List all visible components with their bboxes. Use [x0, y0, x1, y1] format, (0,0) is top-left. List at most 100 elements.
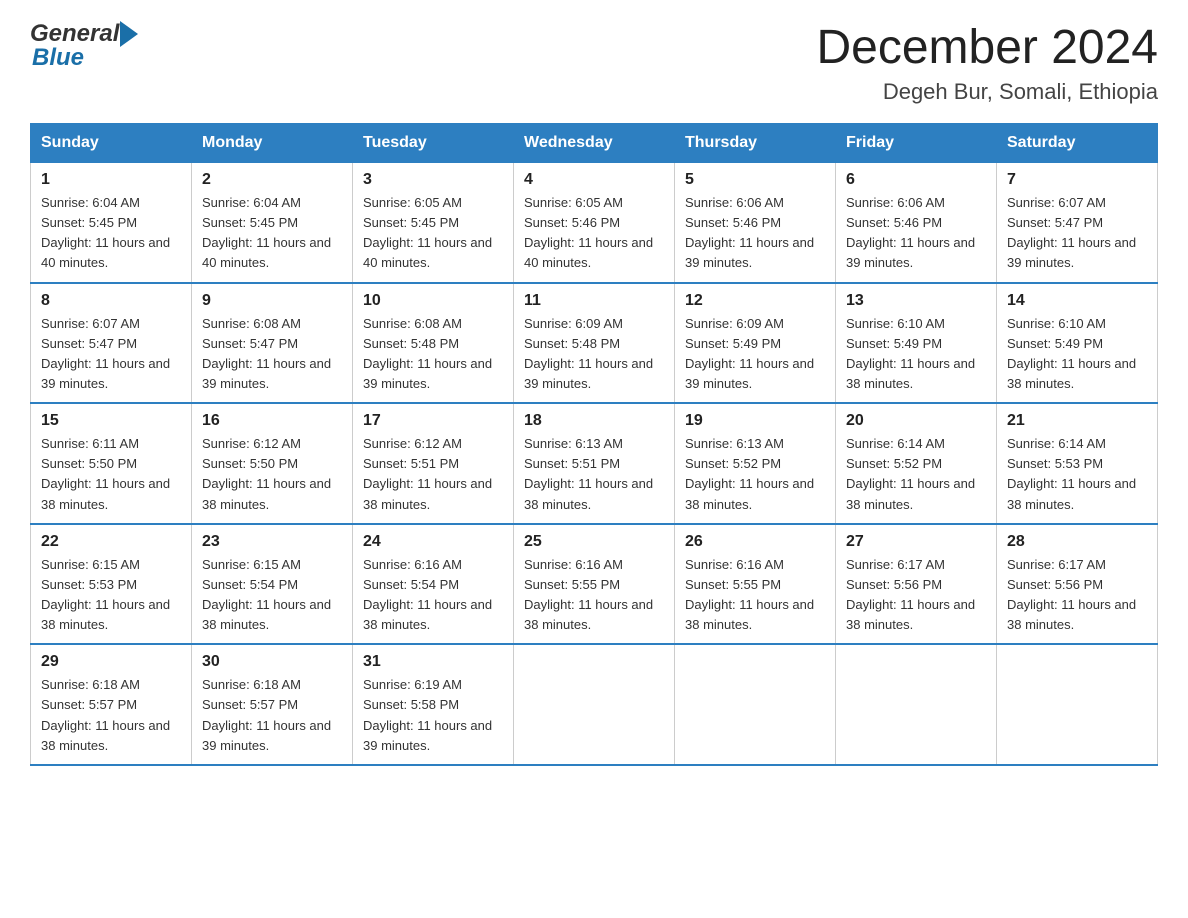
table-row: 26 Sunrise: 6:16 AMSunset: 5:55 PMDaylig… — [675, 524, 836, 645]
day-info: Sunrise: 6:07 AMSunset: 5:47 PMDaylight:… — [41, 316, 170, 391]
table-row: 4 Sunrise: 6:05 AMSunset: 5:46 PMDayligh… — [514, 163, 675, 283]
calendar-week-row: 1 Sunrise: 6:04 AMSunset: 5:45 PMDayligh… — [31, 163, 1158, 283]
day-number: 11 — [524, 292, 664, 310]
day-info: Sunrise: 6:16 AMSunset: 5:55 PMDaylight:… — [685, 557, 814, 632]
day-info: Sunrise: 6:17 AMSunset: 5:56 PMDaylight:… — [846, 557, 975, 632]
calendar-header-row: Sunday Monday Tuesday Wednesday Thursday… — [31, 124, 1158, 163]
day-number: 17 — [363, 412, 503, 430]
col-saturday: Saturday — [997, 124, 1158, 163]
logo: General Blue — [30, 20, 138, 72]
day-info: Sunrise: 6:12 AMSunset: 5:50 PMDaylight:… — [202, 436, 331, 511]
day-info: Sunrise: 6:13 AMSunset: 5:52 PMDaylight:… — [685, 436, 814, 511]
col-wednesday: Wednesday — [514, 124, 675, 163]
page-header: General Blue December 2024 Degeh Bur, So… — [30, 20, 1158, 105]
day-number: 19 — [685, 412, 825, 430]
day-number: 6 — [846, 171, 986, 189]
day-number: 18 — [524, 412, 664, 430]
day-number: 29 — [41, 653, 181, 671]
calendar-week-row: 15 Sunrise: 6:11 AMSunset: 5:50 PMDaylig… — [31, 403, 1158, 524]
table-row: 29 Sunrise: 6:18 AMSunset: 5:57 PMDaylig… — [31, 644, 192, 765]
table-row: 17 Sunrise: 6:12 AMSunset: 5:51 PMDaylig… — [353, 403, 514, 524]
table-row: 24 Sunrise: 6:16 AMSunset: 5:54 PMDaylig… — [353, 524, 514, 645]
day-info: Sunrise: 6:04 AMSunset: 5:45 PMDaylight:… — [202, 195, 331, 270]
day-number: 7 — [1007, 171, 1147, 189]
col-monday: Monday — [192, 124, 353, 163]
day-number: 13 — [846, 292, 986, 310]
table-row — [997, 644, 1158, 765]
table-row: 11 Sunrise: 6:09 AMSunset: 5:48 PMDaylig… — [514, 283, 675, 404]
table-row — [675, 644, 836, 765]
day-number: 1 — [41, 171, 181, 189]
table-row: 10 Sunrise: 6:08 AMSunset: 5:48 PMDaylig… — [353, 283, 514, 404]
day-number: 5 — [685, 171, 825, 189]
day-info: Sunrise: 6:08 AMSunset: 5:48 PMDaylight:… — [363, 316, 492, 391]
day-number: 26 — [685, 533, 825, 551]
day-info: Sunrise: 6:18 AMSunset: 5:57 PMDaylight:… — [202, 677, 331, 752]
day-info: Sunrise: 6:06 AMSunset: 5:46 PMDaylight:… — [846, 195, 975, 270]
col-friday: Friday — [836, 124, 997, 163]
table-row: 18 Sunrise: 6:13 AMSunset: 5:51 PMDaylig… — [514, 403, 675, 524]
day-info: Sunrise: 6:10 AMSunset: 5:49 PMDaylight:… — [1007, 316, 1136, 391]
table-row: 20 Sunrise: 6:14 AMSunset: 5:52 PMDaylig… — [836, 403, 997, 524]
table-row: 31 Sunrise: 6:19 AMSunset: 5:58 PMDaylig… — [353, 644, 514, 765]
day-info: Sunrise: 6:19 AMSunset: 5:58 PMDaylight:… — [363, 677, 492, 752]
day-number: 10 — [363, 292, 503, 310]
table-row: 1 Sunrise: 6:04 AMSunset: 5:45 PMDayligh… — [31, 163, 192, 283]
day-info: Sunrise: 6:13 AMSunset: 5:51 PMDaylight:… — [524, 436, 653, 511]
calendar-week-row: 8 Sunrise: 6:07 AMSunset: 5:47 PMDayligh… — [31, 283, 1158, 404]
day-number: 28 — [1007, 533, 1147, 551]
table-row: 15 Sunrise: 6:11 AMSunset: 5:50 PMDaylig… — [31, 403, 192, 524]
day-info: Sunrise: 6:08 AMSunset: 5:47 PMDaylight:… — [202, 316, 331, 391]
day-info: Sunrise: 6:09 AMSunset: 5:49 PMDaylight:… — [685, 316, 814, 391]
table-row: 2 Sunrise: 6:04 AMSunset: 5:45 PMDayligh… — [192, 163, 353, 283]
day-info: Sunrise: 6:07 AMSunset: 5:47 PMDaylight:… — [1007, 195, 1136, 270]
day-number: 31 — [363, 653, 503, 671]
day-info: Sunrise: 6:05 AMSunset: 5:46 PMDaylight:… — [524, 195, 653, 270]
day-number: 30 — [202, 653, 342, 671]
calendar-subtitle: Degeh Bur, Somali, Ethiopia — [816, 79, 1158, 105]
table-row: 22 Sunrise: 6:15 AMSunset: 5:53 PMDaylig… — [31, 524, 192, 645]
table-row: 7 Sunrise: 6:07 AMSunset: 5:47 PMDayligh… — [997, 163, 1158, 283]
day-info: Sunrise: 6:04 AMSunset: 5:45 PMDaylight:… — [41, 195, 170, 270]
day-info: Sunrise: 6:16 AMSunset: 5:55 PMDaylight:… — [524, 557, 653, 632]
table-row: 28 Sunrise: 6:17 AMSunset: 5:56 PMDaylig… — [997, 524, 1158, 645]
col-thursday: Thursday — [675, 124, 836, 163]
day-number: 27 — [846, 533, 986, 551]
col-tuesday: Tuesday — [353, 124, 514, 163]
table-row: 25 Sunrise: 6:16 AMSunset: 5:55 PMDaylig… — [514, 524, 675, 645]
table-row: 27 Sunrise: 6:17 AMSunset: 5:56 PMDaylig… — [836, 524, 997, 645]
day-number: 12 — [685, 292, 825, 310]
calendar-week-row: 22 Sunrise: 6:15 AMSunset: 5:53 PMDaylig… — [31, 524, 1158, 645]
table-row: 3 Sunrise: 6:05 AMSunset: 5:45 PMDayligh… — [353, 163, 514, 283]
day-info: Sunrise: 6:14 AMSunset: 5:53 PMDaylight:… — [1007, 436, 1136, 511]
day-info: Sunrise: 6:10 AMSunset: 5:49 PMDaylight:… — [846, 316, 975, 391]
day-number: 20 — [846, 412, 986, 430]
day-number: 23 — [202, 533, 342, 551]
day-info: Sunrise: 6:18 AMSunset: 5:57 PMDaylight:… — [41, 677, 170, 752]
day-number: 25 — [524, 533, 664, 551]
day-number: 8 — [41, 292, 181, 310]
day-number: 22 — [41, 533, 181, 551]
day-number: 14 — [1007, 292, 1147, 310]
table-row: 16 Sunrise: 6:12 AMSunset: 5:50 PMDaylig… — [192, 403, 353, 524]
day-info: Sunrise: 6:09 AMSunset: 5:48 PMDaylight:… — [524, 316, 653, 391]
calendar-week-row: 29 Sunrise: 6:18 AMSunset: 5:57 PMDaylig… — [31, 644, 1158, 765]
logo-arrow-icon — [120, 21, 138, 47]
day-number: 9 — [202, 292, 342, 310]
day-info: Sunrise: 6:12 AMSunset: 5:51 PMDaylight:… — [363, 436, 492, 511]
day-number: 21 — [1007, 412, 1147, 430]
table-row: 6 Sunrise: 6:06 AMSunset: 5:46 PMDayligh… — [836, 163, 997, 283]
table-row: 13 Sunrise: 6:10 AMSunset: 5:49 PMDaylig… — [836, 283, 997, 404]
day-number: 16 — [202, 412, 342, 430]
day-info: Sunrise: 6:15 AMSunset: 5:53 PMDaylight:… — [41, 557, 170, 632]
table-row: 14 Sunrise: 6:10 AMSunset: 5:49 PMDaylig… — [997, 283, 1158, 404]
day-number: 15 — [41, 412, 181, 430]
day-number: 4 — [524, 171, 664, 189]
table-row: 9 Sunrise: 6:08 AMSunset: 5:47 PMDayligh… — [192, 283, 353, 404]
calendar-table: Sunday Monday Tuesday Wednesday Thursday… — [30, 123, 1158, 766]
table-row: 23 Sunrise: 6:15 AMSunset: 5:54 PMDaylig… — [192, 524, 353, 645]
day-number: 24 — [363, 533, 503, 551]
calendar-title: December 2024 — [816, 20, 1158, 75]
day-info: Sunrise: 6:11 AMSunset: 5:50 PMDaylight:… — [41, 436, 170, 511]
day-info: Sunrise: 6:16 AMSunset: 5:54 PMDaylight:… — [363, 557, 492, 632]
